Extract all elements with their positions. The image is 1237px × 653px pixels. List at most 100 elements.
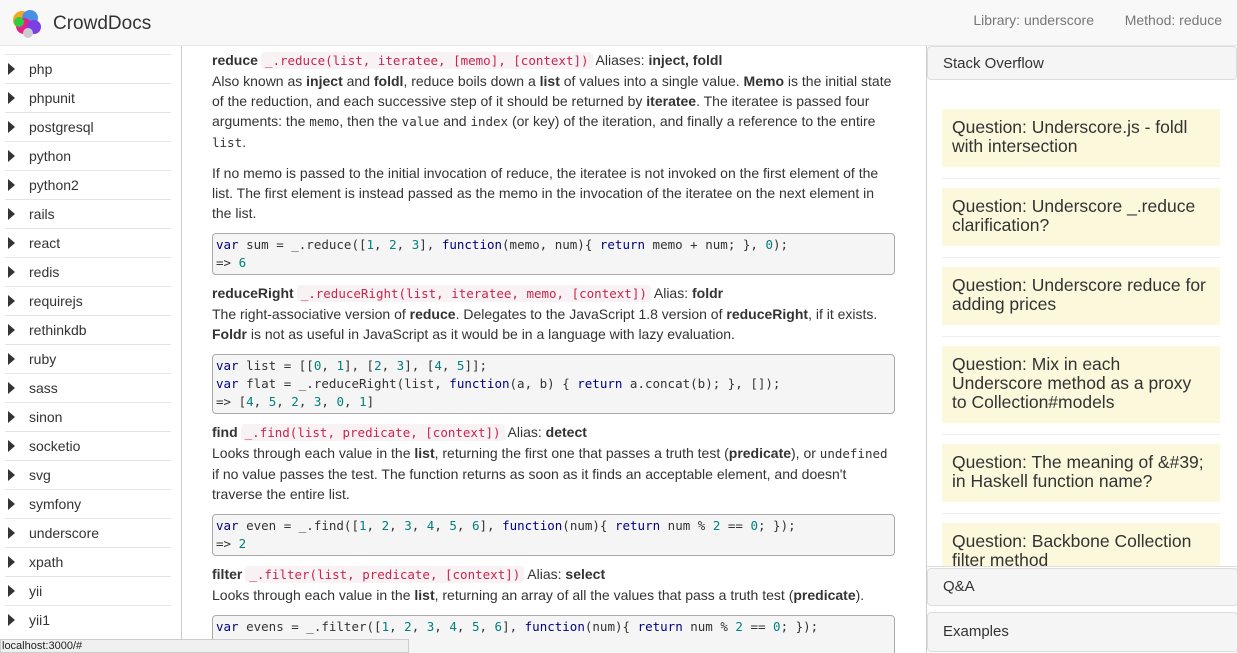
text-segment: ], [ [343, 358, 375, 373]
expand-triangle-icon[interactable] [8, 498, 15, 510]
sidebar-item-svg[interactable]: svg [5, 460, 171, 489]
sidebar-item-php[interactable]: php [5, 54, 171, 83]
text-segment: 4 [449, 619, 457, 634]
text-segment: even = _.find([ [238, 518, 359, 533]
expand-triangle-icon[interactable] [8, 411, 15, 423]
expand-triangle-icon[interactable] [8, 63, 15, 75]
code-example: var list = [[0, 1], [2, 3], [4, 5]]; var… [212, 354, 895, 414]
question-link[interactable]: Question: Mix in each Underscore method … [942, 346, 1220, 423]
expand-triangle-icon[interactable] [8, 266, 15, 278]
text-segment: , [298, 394, 314, 409]
examples-panel-header[interactable]: Examples [927, 612, 1237, 652]
status-bar-url: localhost:3000/# [0, 639, 409, 653]
text-segment: list [539, 73, 560, 89]
expand-triangle-icon[interactable] [8, 469, 15, 481]
text-segment: if no value passes the test. The functio… [212, 466, 847, 502]
text-segment: , [321, 394, 337, 409]
sidebar-item-rails[interactable]: rails [5, 199, 171, 228]
sidebar-item-underscore[interactable]: underscore [5, 518, 171, 547]
sidebar-item-symfony[interactable]: symfony [5, 489, 171, 518]
sidebar-item-label: postgresql [29, 119, 94, 135]
sidebar-item-rethinkdb[interactable]: rethinkdb [5, 315, 171, 344]
expand-triangle-icon[interactable] [8, 527, 15, 539]
text-segment: , [366, 518, 382, 533]
qa-panel-header[interactable]: Q&A [927, 568, 1237, 606]
expand-triangle-icon[interactable] [8, 556, 15, 568]
function-heading-filter: filter _.filter(list, predicate, [context… [212, 564, 897, 585]
text-segment: 2 [381, 518, 390, 533]
sidebar-item-sinon[interactable]: sinon [5, 402, 171, 431]
text-segment: Memo [743, 73, 784, 89]
sidebar-item-redis[interactable]: redis [5, 257, 171, 286]
text-segment: return [614, 518, 661, 533]
expand-triangle-icon[interactable] [8, 179, 15, 191]
sidebar-item-label: socketio [29, 438, 81, 454]
expand-triangle-icon[interactable] [8, 440, 15, 452]
sidebar-item-phpunit[interactable]: phpunit [5, 83, 171, 112]
aliases: detect [545, 424, 587, 440]
expand-triangle-icon[interactable] [8, 208, 15, 220]
expand-triangle-icon[interactable] [8, 121, 15, 133]
question-link[interactable]: Question: Backbone Collection filter met… [942, 523, 1220, 566]
alias-label: Alias: [653, 285, 689, 301]
function-signature: _.reduce(list, iteratee, [memo], [contex… [260, 52, 593, 69]
text-segment: Looks through each value in the [212, 445, 415, 461]
crowddocs-logo-icon[interactable] [10, 8, 46, 40]
method-label[interactable]: Method: reduce [1125, 12, 1222, 28]
expand-triangle-icon[interactable] [8, 353, 15, 365]
text-segment: , [456, 518, 472, 533]
documentation-content: reduce _.reduce(list, iteratee, [memo], [… [212, 46, 897, 653]
library-label[interactable]: Library: underscore [973, 12, 1094, 28]
text-segment: memo + num; }, [645, 237, 766, 252]
text-segment: list [212, 135, 243, 150]
alias-label: Alias: [507, 424, 542, 440]
text-segment: 2 [291, 394, 299, 409]
text-segment: 5 [449, 518, 457, 533]
sidebar-item-sass[interactable]: sass [5, 373, 171, 402]
stackoverflow-panel-header[interactable]: Stack Overflow [927, 46, 1237, 80]
text-segment: , [434, 518, 450, 533]
text-segment: predicate [793, 587, 856, 603]
brand-title[interactable]: CrowdDocs [53, 13, 151, 35]
description-paragraph: The right-associative version of reduce.… [212, 304, 897, 344]
text-segment: , [321, 358, 337, 373]
text-segment: (num){ [584, 619, 638, 634]
text-segment: , [411, 619, 427, 634]
text-segment: memo [309, 114, 340, 129]
sidebar-item-xpath[interactable]: xpath [5, 547, 171, 576]
sidebar-item-requirejs[interactable]: requirejs [5, 286, 171, 315]
text-segment: 0 [773, 619, 781, 634]
text-segment: ), or [791, 445, 820, 461]
expand-triangle-icon[interactable] [8, 237, 15, 249]
description-paragraph: Looks through each value in the list, re… [212, 443, 897, 504]
stackoverflow-questions[interactable]: Question: Underscore.js - foldl with int… [927, 81, 1237, 567]
question-link[interactable]: Question: The meaning of &#39; in Haskel… [942, 444, 1220, 502]
expand-triangle-icon[interactable] [8, 295, 15, 307]
question-link[interactable]: Question: Underscore _.reduce clarificat… [942, 188, 1220, 246]
text-segment: 0 [336, 394, 345, 409]
question-link[interactable]: Question: Underscore.js - foldl with int… [942, 109, 1220, 167]
sidebar-item-python2[interactable]: python2 [5, 170, 171, 199]
sidebar-item-postgresql[interactable]: postgresql [5, 112, 171, 141]
sidebar-item-python[interactable]: python [5, 141, 171, 170]
text-segment: ); [772, 237, 789, 252]
alias-label: Aliases: [595, 52, 645, 68]
sidebar-item-label: sass [29, 380, 58, 396]
expand-triangle-icon[interactable] [8, 614, 15, 626]
expand-triangle-icon[interactable] [8, 324, 15, 336]
expand-triangle-icon[interactable] [8, 585, 15, 597]
expand-triangle-icon[interactable] [8, 150, 15, 162]
aliases: inject, foldl [648, 52, 723, 68]
text-segment: inject [306, 73, 343, 89]
text-segment: 4 [246, 394, 254, 409]
sidebar-item-ruby[interactable]: ruby [5, 344, 171, 373]
sidebar-item-label: react [29, 235, 61, 251]
sidebar-item-react[interactable]: react [5, 228, 171, 257]
expand-triangle-icon[interactable] [8, 92, 15, 104]
text-segment: 2 [735, 619, 743, 634]
sidebar-item-yii1[interactable]: yii1 [5, 605, 171, 634]
sidebar-item-yii[interactable]: yii [5, 576, 171, 605]
expand-triangle-icon[interactable] [8, 382, 15, 394]
question-link[interactable]: Question: Underscore reduce for adding p… [942, 267, 1220, 325]
sidebar-item-socketio[interactable]: socketio [5, 431, 171, 460]
